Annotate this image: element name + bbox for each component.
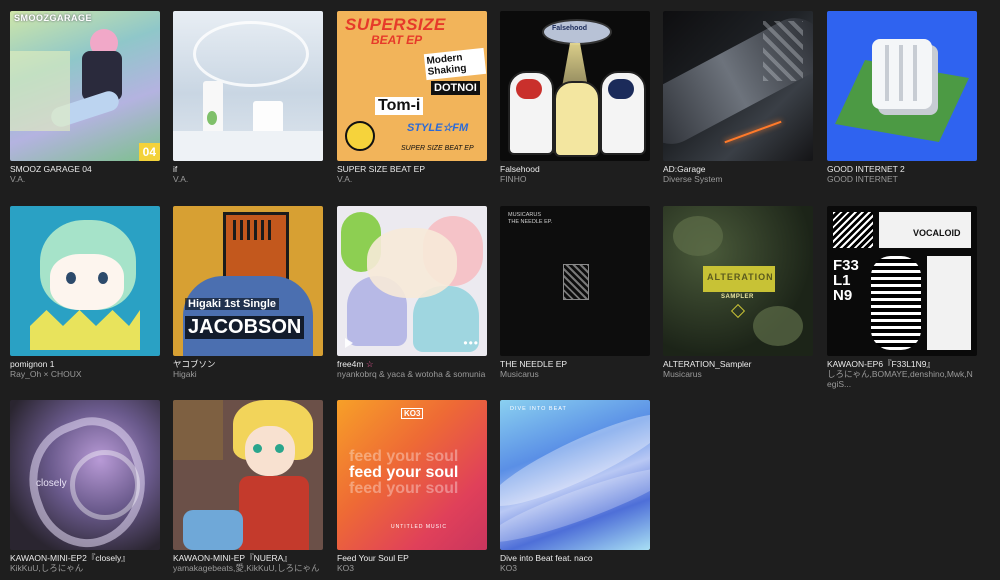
album-cover[interactable] — [663, 11, 813, 161]
album-cover[interactable]: MUSICARUS THE NEEDLE EP. — [500, 206, 650, 356]
album-tile[interactable]: ••• free4m ☆ nyankobrq & yaca & wotoha &… — [337, 206, 487, 379]
play-icon[interactable] — [345, 338, 353, 348]
hover-controls: ••• — [345, 334, 479, 349]
star-icon: ☆ — [365, 359, 374, 369]
album-artist[interactable]: KikKuU,しろにゃん — [10, 563, 160, 573]
album-title[interactable]: Falsehood — [500, 164, 650, 174]
cover-number: 04 — [138, 143, 160, 161]
album-cover[interactable]: VOCALOID F33L1N9 — [827, 206, 977, 356]
album-title[interactable]: KAWAON-MINI-EP『NUERA』 — [173, 553, 323, 563]
album-tile[interactable]: VOCALOID F33L1N9 KAWAON-EP6『F33L1N9』 しろに… — [827, 206, 977, 389]
album-tile[interactable]: GOOD INTERNET 2 GOOD INTERNET — [827, 11, 977, 184]
cover-subtitle-text: SAMPLER — [721, 294, 754, 300]
album-tile[interactable]: KAWAON-MINI-EP『NUERA』 yamakagebeats,愛,Ki… — [173, 400, 323, 573]
album-cover[interactable]: SMOOZGARAGE 04 — [10, 11, 160, 161]
album-tile[interactable]: Higaki 1st Single JACOBSON ヤコブソン Higaki — [173, 206, 323, 379]
cover-title-text: closely — [36, 478, 67, 489]
cover-echo-text: feed your soul — [349, 480, 459, 497]
album-title[interactable]: SMOOZ GARAGE 04 — [10, 164, 160, 174]
album-tile[interactable]: AD:Garage Diverse System — [663, 11, 813, 184]
cover-subtitle-text: THE NEEDLE EP. — [508, 219, 553, 225]
album-title[interactable]: ALTERATION_Sampler — [663, 359, 813, 369]
album-artist[interactable]: KO3 — [337, 563, 487, 573]
album-title[interactable]: GOOD INTERNET 2 — [827, 164, 977, 174]
cover-title-text: KO3 — [401, 408, 424, 419]
cover-sticker-text: Tom-i — [375, 97, 424, 115]
album-cover[interactable] — [10, 206, 160, 356]
cover-title-text: ALTERATION — [707, 272, 774, 282]
more-options-icon[interactable]: ••• — [463, 337, 479, 349]
cover-sticker-text: STYLE☆FM — [407, 122, 469, 134]
cover-title-text: DIVE INTO BEAT — [510, 406, 567, 412]
album-title[interactable]: Feed Your Soul EP — [337, 553, 487, 563]
album-tile[interactable]: SUPERSIZE BEAT EP Modern Shaking DOTNOI … — [337, 11, 487, 184]
album-artist[interactable]: Diverse System — [663, 174, 813, 184]
album-cover[interactable]: Higaki 1st Single JACOBSON — [173, 206, 323, 356]
album-artist[interactable]: Musicarus — [500, 369, 650, 379]
album-artist[interactable]: V.A. — [337, 174, 487, 184]
album-artist[interactable]: V.A. — [10, 174, 160, 184]
album-cover[interactable] — [827, 11, 977, 161]
album-title[interactable]: AD:Garage — [663, 164, 813, 174]
album-cover[interactable] — [173, 400, 323, 550]
cover-sticker-text: Modern Shaking — [423, 47, 487, 81]
album-artist[interactable]: yamakagebeats,愛,KikKuU,しろにゃん — [173, 563, 323, 573]
album-title[interactable]: ヤコブソン — [173, 359, 323, 369]
album-artist[interactable]: V.A. — [173, 174, 323, 184]
album-cover[interactable] — [173, 11, 323, 161]
album-title[interactable]: KAWAON-EP6『F33L1N9』 — [827, 359, 977, 369]
album-tile[interactable]: pomignon 1 Ray_Oh × CHOUX — [10, 206, 160, 379]
album-artist[interactable]: Higaki — [173, 369, 323, 379]
album-title[interactable]: THE NEEDLE EP — [500, 359, 650, 369]
album-artist[interactable]: Ray_Oh × CHOUX — [10, 369, 160, 379]
cover-subtitle-text: JACOBSON — [185, 316, 305, 339]
album-cover[interactable]: KO3 feed your soul feed your soul feed y… — [337, 400, 487, 550]
cover-subtitle-text: F33L1N9 — [833, 257, 859, 304]
album-title[interactable]: if — [173, 164, 323, 174]
cover-title-text: SMOOZGARAGE — [14, 13, 93, 23]
album-cover[interactable]: ALTERATION SAMPLER — [663, 206, 813, 356]
album-artist[interactable]: しろにゃん,BOMAYE,denshino,Mwk,NegiS... — [827, 369, 977, 389]
album-cover[interactable]: DIVE INTO BEAT — [500, 400, 650, 550]
cover-footer-text: UNTITLED MUSIC — [391, 524, 447, 530]
album-title[interactable]: SUPER SIZE BEAT EP — [337, 164, 487, 174]
album-artist[interactable]: GOOD INTERNET — [827, 174, 977, 184]
album-cover[interactable]: closely — [10, 400, 160, 550]
album-cover[interactable]: Falsehood — [500, 11, 650, 161]
cover-sticker-text: DOTNOI — [431, 81, 480, 95]
album-artist[interactable]: FINHO — [500, 174, 650, 184]
album-tile[interactable]: SMOOZGARAGE 04 SMOOZ GARAGE 04 V.A. — [10, 11, 160, 184]
album-tile[interactable]: DIVE INTO BEAT Dive into Beat feat. naco… — [500, 400, 650, 573]
cover-title-text: Falsehood — [552, 25, 588, 32]
cover-title-text: Higaki 1st Single — [185, 298, 280, 310]
album-title[interactable]: KAWAON-MINI-EP2『closely』 — [10, 553, 160, 563]
album-tile[interactable]: KO3 feed your soul feed your soul feed y… — [337, 400, 487, 573]
album-tile[interactable]: closely KAWAON-MINI-EP2『closely』 KikKuU,… — [10, 400, 160, 573]
album-tile[interactable]: if V.A. — [173, 11, 323, 184]
album-tile[interactable]: Falsehood Falsehood FINHO — [500, 11, 650, 184]
album-title[interactable]: Dive into Beat feat. naco — [500, 553, 650, 563]
cover-title-text: MUSICARUS — [508, 212, 542, 218]
album-artist[interactable]: nyankobrq & yaca & wotoha & somunia — [337, 369, 487, 379]
cover-subtitle-text: BEAT EP — [371, 33, 423, 47]
album-title[interactable]: pomignon 1 — [10, 359, 160, 369]
album-title-text: free4m — [337, 359, 364, 369]
album-artist[interactable]: KO3 — [500, 563, 650, 573]
album-artist[interactable]: Musicarus — [663, 369, 813, 379]
album-cover[interactable]: SUPERSIZE BEAT EP Modern Shaking DOTNOI … — [337, 11, 487, 161]
cover-title-text: VOCALOID — [913, 228, 961, 238]
album-tile[interactable]: MUSICARUS THE NEEDLE EP. THE NEEDLE EP M… — [500, 206, 650, 379]
album-title[interactable]: free4m ☆ — [337, 359, 487, 369]
cover-title-text: SUPERSIZE — [345, 15, 446, 34]
cover-footer-text: SUPER SIZE BEAT EP — [401, 145, 474, 152]
album-cover[interactable]: ••• — [337, 206, 487, 356]
album-tile[interactable]: ALTERATION SAMPLER ALTERATION_Sampler Mu… — [663, 206, 813, 379]
